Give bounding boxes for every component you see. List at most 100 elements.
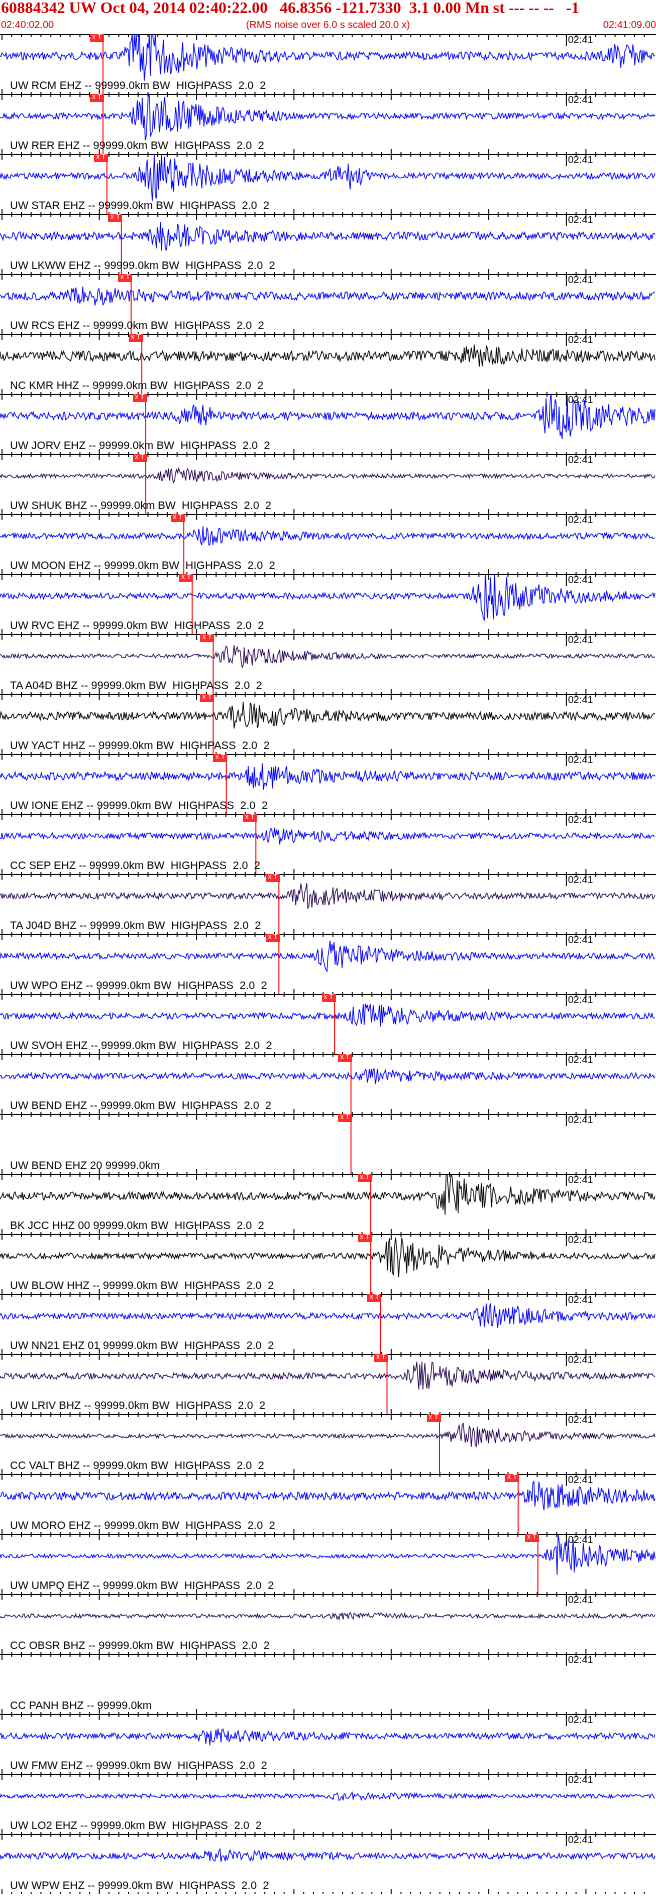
station-label: UW STAR EHZ -- 99999.0km BW HIGHPASS 2.0…: [10, 200, 270, 212]
minute-label: 02:41: [568, 695, 594, 706]
trace-panel: 02:41 UW WPW EHZ -- 99999.0km BW HIGHPASS…: [0, 1834, 656, 1894]
waveform-trace: [0, 1303, 656, 1328]
minute-label: 02:41: [568, 635, 594, 646]
trace-panel: x T 4 02:41 UW MOON EHZ -- 99999.0km BW HI…: [0, 514, 656, 574]
station-label: UW MOON EHZ -- 99999.0km BW HIGHPASS 2.0…: [10, 560, 276, 572]
station-label: NC KMR HHZ -- 99999.0km BW HIGHPASS 2.0 …: [10, 380, 264, 392]
end-time: 02:41:09.00: [603, 20, 656, 31]
trace-panel: x T 4 02:41 TA A04D BHZ -- 99999.0km BW HI…: [0, 634, 656, 694]
station-label: UW YACT HHZ -- 99999.0km BW HIGHPASS 2.0…: [10, 740, 270, 752]
pick-marker: x T 4: [524, 1534, 539, 1549]
waveform-trace: [0, 344, 656, 367]
trace-panel: x T 4 02:41 UW WPO EHZ -- 99999.0km BW HIG…: [0, 934, 656, 994]
minute-label: 02:41: [568, 515, 594, 526]
pick-marker: x T 4: [321, 994, 336, 1009]
minute-label: 02:41: [568, 275, 594, 286]
pick-marker: x T 4: [200, 694, 215, 709]
waveform-trace: [0, 645, 656, 669]
pick-marker: x T 4: [128, 334, 143, 349]
pick-marker: x T 4: [357, 1234, 372, 1249]
trace-panel: x T 4 02:41 CC VALT BHZ -- 99999.0km BW HI…: [0, 1414, 656, 1474]
pick-marker: x T 4: [374, 1354, 389, 1369]
waveform-trace: [0, 701, 656, 729]
trace-panel: x T 4 02:41 UW BEND EHZ 20 99999.0km: [0, 1114, 656, 1174]
station-label: UW LO2 EHZ -- 99999.0km BW HIGHPASS 2.0 …: [10, 1820, 262, 1832]
station-label: UW LKWW EHZ -- 99999.0km BW HIGHPASS 2.0…: [10, 260, 276, 272]
minute-label: 02:41: [568, 1355, 594, 1366]
station-label: UW JORV EHZ -- 99999.0km BW HIGHPASS 2.0…: [10, 440, 270, 452]
waveform-trace: [0, 1067, 656, 1085]
trace-panel: 02:41 UW FMW EHZ -- 99999.0km BW HIGHPASS…: [0, 1714, 656, 1774]
trace-panel: x T 4 02:41 UW RCM EHZ -- 99999.0km BW HIG…: [0, 34, 656, 94]
station-label: UW WPW EHZ -- 99999.0km BW HIGHPASS 2.0 …: [10, 1880, 269, 1892]
trace-panel: x T 4 02:41 UW BEND EHZ -- 99999.0km BW HI…: [0, 1054, 656, 1114]
trace-panel: x T 4 02:41 UW BLOW HHZ -- 99999.0km BW HI…: [0, 1234, 656, 1294]
pick-marker: x T 4: [357, 1174, 372, 1189]
waveform-trace: [0, 1174, 656, 1215]
station-label: UW MORO EHZ -- 99999.0km BW HIGHPASS 2.0…: [10, 1520, 276, 1532]
trace-panel: x T 4 02:41 NC KMR HHZ -- 99999.0km BW HIG…: [0, 334, 656, 394]
pick-marker: x T 4: [108, 214, 123, 229]
trace-panel: x T 4 02:41 UW LRIV BHZ -- 99999.0km BW HI…: [0, 1354, 656, 1414]
trace-panel: x T 4 02:41 UW SHUK BHZ -- 99999.0km BW HI…: [0, 454, 656, 514]
waveform-trace: [0, 1534, 656, 1575]
minute-label: 02:41: [568, 1415, 594, 1426]
record-header: 60884342 UW Oct 04, 2014 02:40:22.00 46.…: [0, 0, 656, 34]
trace-panel: 02:41 CC OBSR BHZ -- 99999.0km BW HIGHPAS…: [0, 1594, 656, 1654]
waveform-trace: [0, 1728, 656, 1746]
trace-panel: x T 4 02:41 UW IONE EHZ -- 99999.0km BW HI…: [0, 754, 656, 814]
station-label: UW UMPQ EHZ -- 99999.0km BW HIGHPASS 2.0…: [10, 1580, 274, 1592]
pick-marker: x T 4: [118, 274, 133, 289]
station-label: CC PANH BHZ -- 99999.0km: [10, 1700, 152, 1712]
waveform-trace: [0, 286, 656, 306]
waveform-trace: [0, 763, 656, 790]
pick-marker: x T 4: [93, 154, 108, 169]
pick-marker: x T 4: [170, 514, 185, 529]
trace-panel: 02:41 UW LO2 EHZ -- 99999.0km BW HIGHPASS…: [0, 1774, 656, 1834]
trace-panel: x T 4 02:41 UW RER EHZ -- 99999.0km BW HIG…: [0, 94, 656, 154]
trace-panel: x T 4 02:41 UW SVOH EHZ -- 99999.0km BW HI…: [0, 994, 656, 1054]
waveform-trace: [0, 1237, 656, 1278]
minute-label: 02:41: [568, 35, 594, 46]
minute-label: 02:41: [568, 875, 594, 886]
station-label: UW WPO EHZ -- 99999.0km BW HIGHPASS 2.0 …: [10, 980, 268, 992]
trace-panel: x T 4 02:41 UW NN21 EHZ 01 99999.0km BW HI…: [0, 1294, 656, 1354]
station-label: UW RCS EHZ -- 99999.0km BW HIGHPASS 2.0 …: [10, 320, 265, 332]
minute-label: 02:41: [568, 395, 594, 406]
station-label: BK JCC HHZ 00 99999.0km BW HIGHPASS 2.0 …: [10, 1220, 265, 1232]
minute-label: 02:41: [568, 815, 594, 826]
station-label: UW SVOH EHZ -- 99999.0km BW HIGHPASS 2.0…: [10, 1040, 273, 1052]
trace-panel: x T 4 02:41 CC SEP EHZ -- 99999.0km BW HIG…: [0, 814, 656, 874]
pick-marker: x T 4: [89, 94, 104, 109]
minute-label: 02:41: [568, 1235, 594, 1246]
pick-marker: x T 4: [132, 394, 147, 409]
pick-marker: x T 4: [179, 574, 194, 589]
station-label: UW IONE EHZ -- 99999.0km BW HIGHPASS 2.0…: [10, 800, 268, 812]
minute-label: 02:41: [568, 1655, 594, 1666]
waveform-trace: [0, 1422, 656, 1448]
waveform-trace: [0, 1791, 656, 1802]
station-label: CC OBSR BHZ -- 99999.0km BW HIGHPASS 2.0…: [10, 1640, 270, 1652]
rms-note: (RMS noise over 6.0 s scaled 20.0 x): [246, 20, 410, 31]
station-label: UW RCM EHZ -- 99999.0km BW HIGHPASS 2.0 …: [10, 80, 266, 92]
waveform-trace: [0, 221, 656, 251]
trace-panel: x T 4 02:41 TA J04D BHZ -- 99999.0km BW HI…: [0, 874, 656, 934]
station-label: UW RVC EHZ -- 99999.0km BW HIGHPASS 2.0 …: [10, 620, 264, 632]
pick-marker: x T 4: [505, 1474, 520, 1489]
minute-label: 02:41: [568, 95, 594, 106]
trace-panel: x T 4 02:41 UW JORV EHZ -- 99999.0km BW HI…: [0, 394, 656, 454]
minute-label: 02:41: [568, 215, 594, 226]
waveform-trace: [0, 574, 656, 622]
waveform-trace: [0, 466, 656, 484]
minute-label: 02:41: [568, 1475, 594, 1486]
waveform-trace: [0, 1611, 656, 1621]
minute-label: 02:41: [568, 455, 594, 466]
minute-label: 02:41: [568, 155, 594, 166]
trace-panel: x T 4 02:41 BK JCC HHZ 00 99999.0km BW HIG…: [0, 1174, 656, 1234]
station-label: UW RER EHZ -- 99999.0km BW HIGHPASS 2.0 …: [10, 140, 265, 152]
waveform-trace: [0, 394, 656, 440]
pick-marker: x T 4: [265, 934, 280, 949]
minute-label: 02:41: [568, 1835, 594, 1846]
station-label: UW NN21 EHZ 01 99999.0km BW HIGHPASS 2.0…: [10, 1340, 274, 1352]
minute-label: 02:41: [568, 335, 594, 346]
